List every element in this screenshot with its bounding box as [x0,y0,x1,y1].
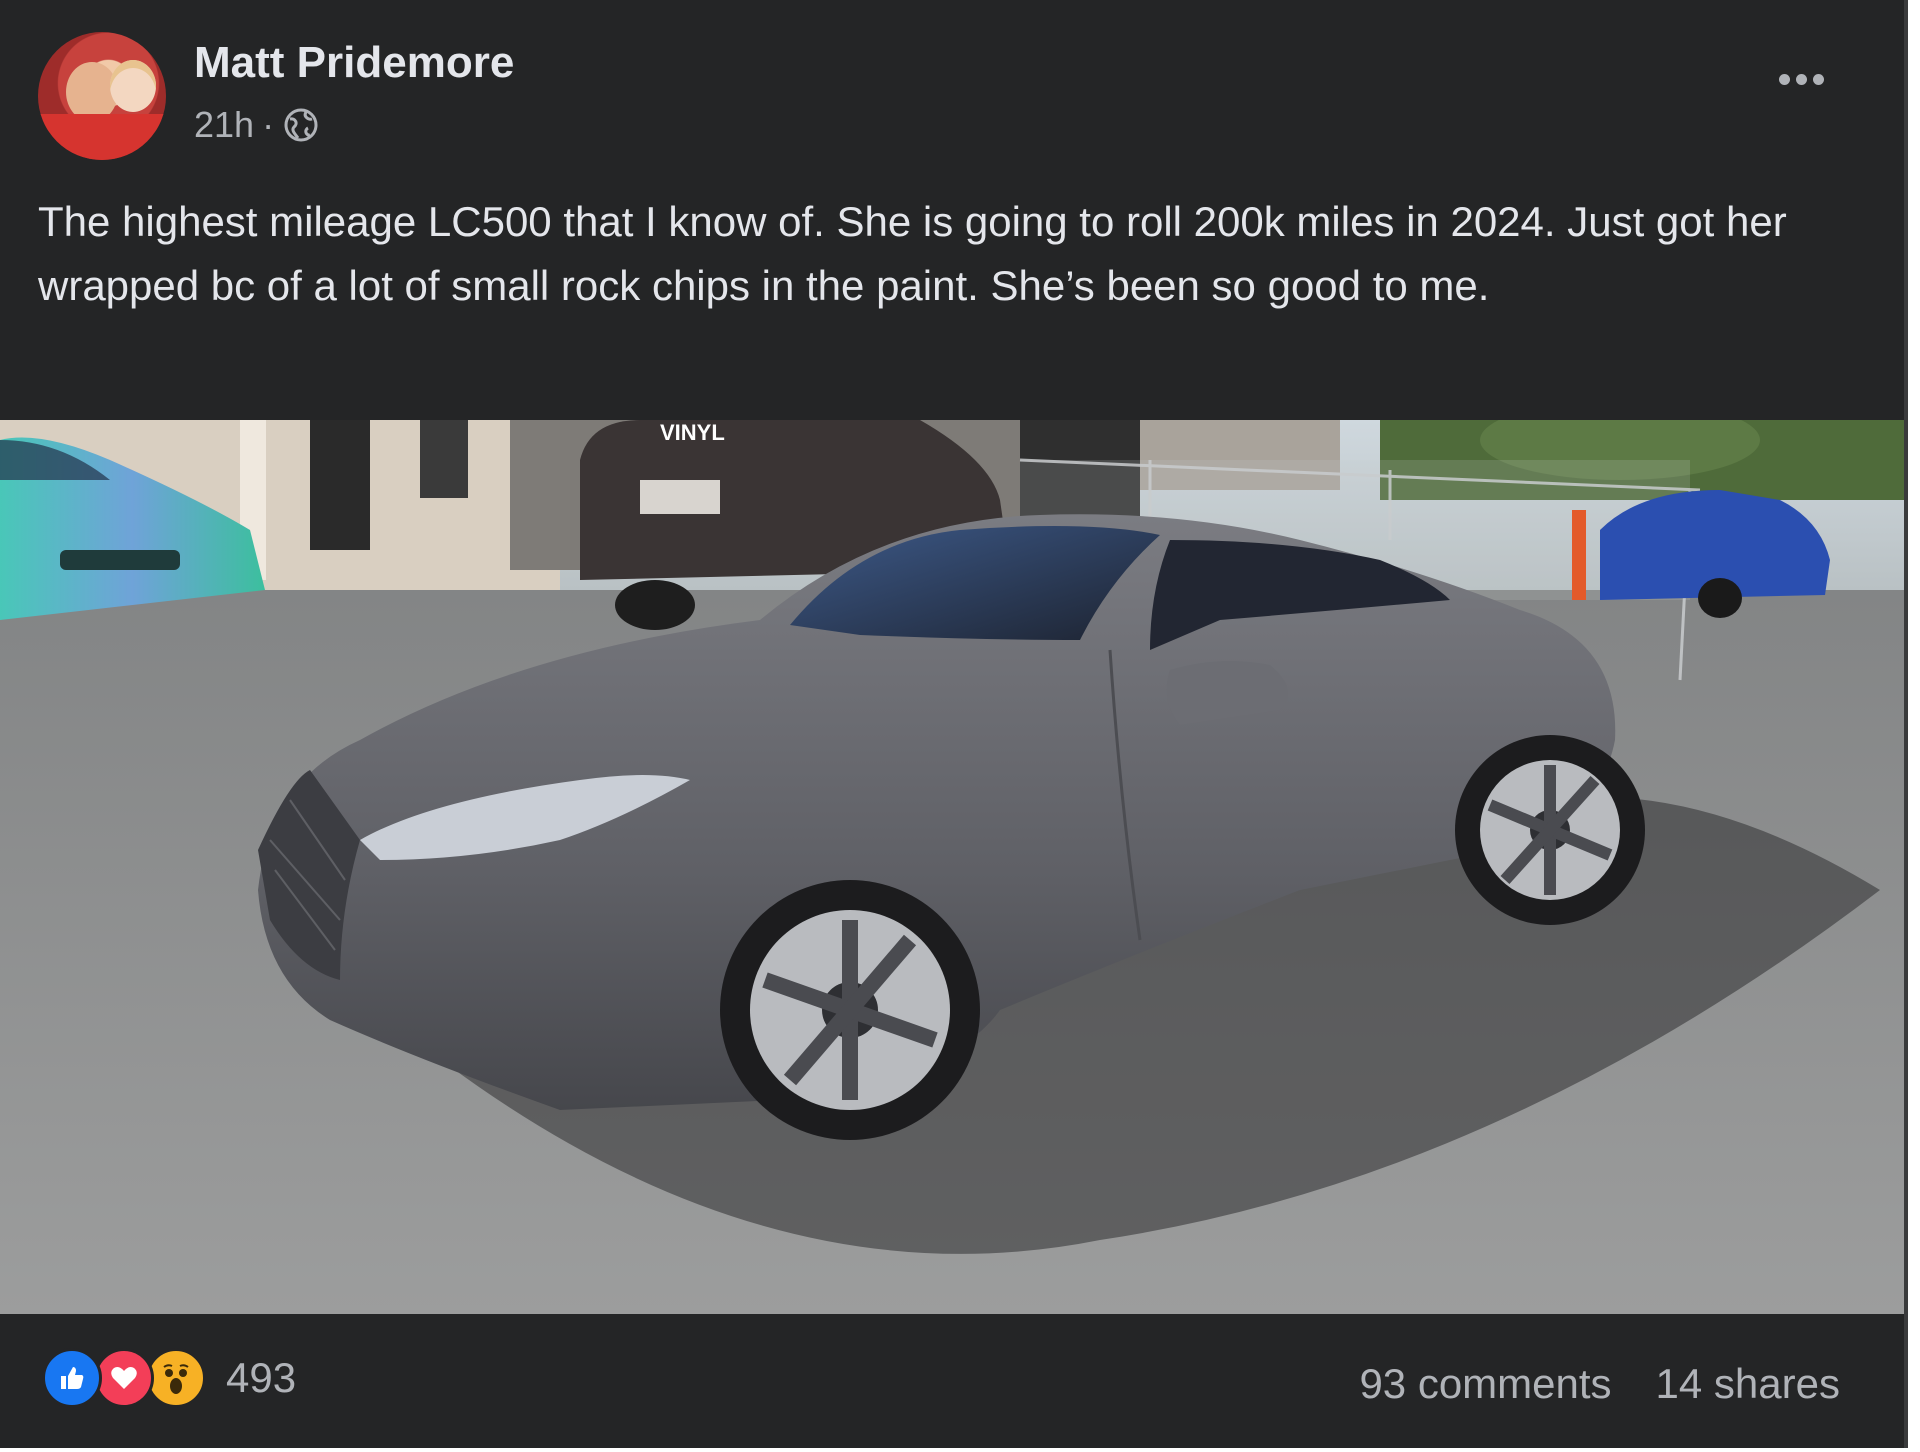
meta-separator: · [262,104,275,145]
reaction-count: 493 [226,1354,297,1401]
post-meta: 21h · [194,104,320,146]
post-photo[interactable]: VINYL [0,420,1904,1314]
globe-icon[interactable] [282,106,320,144]
love-icon [94,1348,154,1408]
post-time[interactable]: 21h [194,104,254,146]
avatar-shirt [38,114,166,160]
reactions-summary[interactable]: 493 [42,1348,296,1408]
wow-icon [146,1348,206,1408]
shares-count[interactable]: 14 shares [1656,1360,1840,1408]
more-options-icon[interactable] [1779,74,1824,85]
comments-count[interactable]: 93 comments [1359,1360,1611,1408]
like-icon [42,1348,102,1408]
van-sign-text: VINYL [660,420,725,445]
avatar-child-face [110,60,156,112]
avatar[interactable] [38,32,166,160]
facebook-post: Matt Pridemore 21h · The highest mileage… [0,0,1908,1448]
post-stats: 93 comments 14 shares [1359,1360,1840,1408]
post-text: The highest mileage LC500 that I know of… [38,198,1787,309]
author-name[interactable]: Matt Pridemore [194,38,514,88]
post-footer: 493 93 comments 14 shares [0,1314,1904,1448]
